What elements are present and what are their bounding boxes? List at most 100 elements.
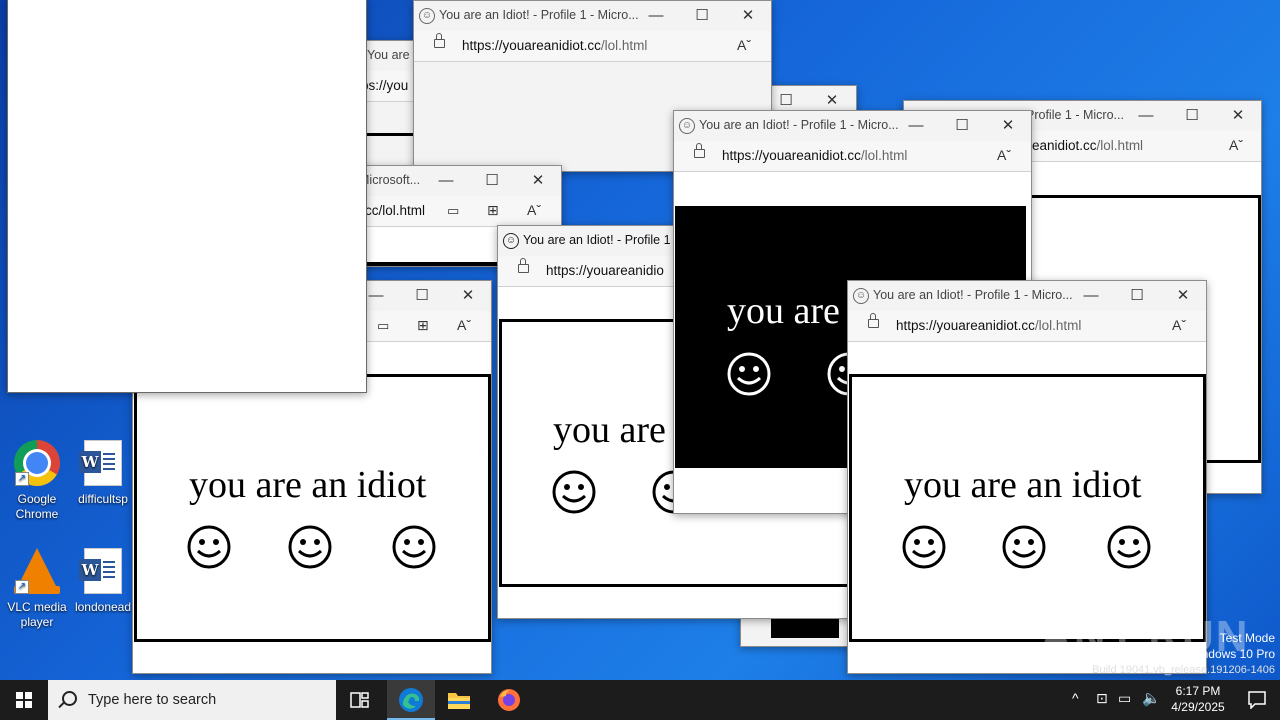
maximize-button[interactable]: ☐ xyxy=(411,285,433,307)
smiley-face-icon xyxy=(1002,525,1046,569)
vlc-icon: ↗ xyxy=(13,548,61,596)
task-view-button[interactable] xyxy=(336,680,384,720)
idiot-message: you are an idiot xyxy=(904,464,1142,506)
smiley-face-icon xyxy=(288,525,332,569)
start-button[interactable] xyxy=(0,680,48,720)
network-icon[interactable]: ▭ xyxy=(1118,690,1131,707)
taskbar-edge-button[interactable] xyxy=(387,680,435,720)
desktop-icon-chrome[interactable]: ↗ Google Chrome xyxy=(0,440,74,522)
minimize-button[interactable]: — xyxy=(1080,285,1102,307)
idiot-message: you are an idiot xyxy=(189,464,427,506)
close-button[interactable]: ✕ xyxy=(737,5,759,27)
lock-icon xyxy=(868,313,879,328)
idiot-message-partial: you are xyxy=(553,409,666,451)
blank-window[interactable] xyxy=(7,0,367,393)
edge-icon xyxy=(399,688,423,712)
lock-icon xyxy=(434,33,445,48)
close-button[interactable]: ✕ xyxy=(821,90,843,112)
chevron-up-icon[interactable]: ^ xyxy=(1072,690,1079,706)
taskbar-search-box[interactable]: Type here to search xyxy=(48,680,336,720)
word-doc-icon: W xyxy=(79,548,127,596)
desktop-icon-difficultsp[interactable]: W difficultsp xyxy=(74,440,132,507)
minimize-button[interactable]: — xyxy=(1135,105,1157,127)
url-path: cc/lol.html xyxy=(365,203,426,218)
test-mode-notice: Test Mode ndows 10 Pro Build 19041.vb_re… xyxy=(1092,631,1275,676)
taskbar: Type here to search ^ ⊡ ▭ 🔈 6:17 PM 4/29… xyxy=(0,680,1280,720)
read-aloud-icon[interactable]: Aˇ xyxy=(527,202,541,218)
desktop: ↗ Google Chrome W difficultsp ↗ VLC medi… xyxy=(0,0,1280,680)
url-path: /lol.html xyxy=(1096,138,1144,153)
search-icon xyxy=(62,691,77,706)
clock-date: 4/29/2025 xyxy=(1171,700,1225,714)
minimize-button[interactable]: — xyxy=(905,115,927,137)
idiot-panel: you are an idiot xyxy=(134,374,491,642)
search-placeholder: Type here to search xyxy=(88,692,217,708)
window-title: You are an Idiot! - Profile 1 - Micro... xyxy=(873,288,1073,302)
apps-icon[interactable]: ⊞ xyxy=(417,317,429,334)
volume-icon[interactable]: 🔈 xyxy=(1142,689,1161,707)
chrome-icon: ↗ xyxy=(13,440,61,488)
firefox-icon xyxy=(498,689,520,711)
smiley-face-icon xyxy=(1107,525,1151,569)
read-aloud-icon[interactable]: Aˇ xyxy=(737,37,751,53)
desktop-icon-londonead[interactable]: W londonead xyxy=(74,548,132,615)
smiley-favicon-icon: ☺ xyxy=(503,233,519,249)
desktop-icon-vlc[interactable]: ↗ VLC media player xyxy=(0,548,74,630)
device-icon[interactable]: ▭ xyxy=(447,203,459,219)
apps-icon[interactable]: ⊞ xyxy=(487,202,499,219)
read-aloud-icon[interactable]: Aˇ xyxy=(457,317,471,333)
read-aloud-icon[interactable]: Aˇ xyxy=(1229,137,1243,153)
maximize-button[interactable]: ☐ xyxy=(1126,285,1148,307)
idiot-message-partial: you are xyxy=(727,290,840,332)
url-path: /lol.html xyxy=(1034,318,1082,333)
smiley-favicon-icon: ☺ xyxy=(853,288,869,304)
lock-icon xyxy=(694,143,705,158)
taskbar-clock[interactable]: 6:17 PM 4/29/2025 xyxy=(1160,683,1236,715)
desktop-icon-label: VLC media player xyxy=(7,600,67,629)
action-center-button[interactable] xyxy=(1236,680,1280,720)
url-path: /lol.html xyxy=(860,148,908,163)
smiley-favicon-icon: ☺ xyxy=(419,8,435,24)
maximize-button[interactable]: ☐ xyxy=(951,115,973,137)
close-button[interactable]: ✕ xyxy=(457,285,479,307)
desktop-icon-label: londonead xyxy=(74,600,132,614)
close-button[interactable]: ✕ xyxy=(997,115,1019,137)
url-host: https://youareanidiot.cc xyxy=(722,148,861,163)
system-tray: ^ ⊡ ▭ 🔈 xyxy=(1066,680,1166,720)
window-title: You are an Idiot! - Profile 1 - Micro... xyxy=(699,118,899,132)
smiley-face-icon xyxy=(552,470,596,514)
smiley-face-icon xyxy=(187,525,231,569)
close-button[interactable]: ✕ xyxy=(527,170,549,192)
maximize-button[interactable]: ☐ xyxy=(481,170,503,192)
folder-icon xyxy=(448,693,470,709)
maximize-button[interactable]: ☐ xyxy=(1181,105,1203,127)
notification-icon xyxy=(1248,691,1266,709)
taskbar-file-explorer-button[interactable] xyxy=(435,680,483,720)
url-path: /lol.html xyxy=(600,38,648,53)
url-host: https://youareanidiot.cc xyxy=(462,38,601,53)
idiot-panel: you are an idiot xyxy=(849,374,1206,642)
minimize-button[interactable]: — xyxy=(365,285,387,307)
minimize-button[interactable]: — xyxy=(435,170,457,192)
url-host: eanidiot.cc xyxy=(1032,138,1097,153)
window-title: Profile 1 - Micro... xyxy=(1026,108,1124,122)
word-doc-icon: W xyxy=(79,440,127,488)
maximize-button[interactable]: ☐ xyxy=(775,90,797,112)
window-title: You are an Idiot! - Profile 1 - xyxy=(523,233,679,247)
read-aloud-icon[interactable]: Aˇ xyxy=(997,147,1011,163)
meet-now-icon[interactable]: ⊡ xyxy=(1096,690,1108,707)
task-view-icon xyxy=(350,692,369,708)
close-button[interactable]: ✕ xyxy=(1172,285,1194,307)
maximize-button[interactable]: ☐ xyxy=(691,5,713,27)
taskbar-firefox-button[interactable] xyxy=(485,680,533,720)
window-title: Microsoft... xyxy=(359,173,421,187)
url-host: https://youareanidiot.cc xyxy=(896,318,1035,333)
minimize-button[interactable]: — xyxy=(645,5,667,27)
close-button[interactable]: ✕ xyxy=(1227,105,1249,127)
window-title: You are an Idiot! - Profile 1 - Micro... xyxy=(439,8,639,22)
read-aloud-icon[interactable]: Aˇ xyxy=(1172,317,1186,333)
device-icon[interactable]: ▭ xyxy=(377,318,389,334)
lock-icon xyxy=(518,258,529,273)
desktop-icon-label: Google Chrome xyxy=(15,492,59,521)
desktop-icon-label: difficultsp xyxy=(78,492,128,506)
